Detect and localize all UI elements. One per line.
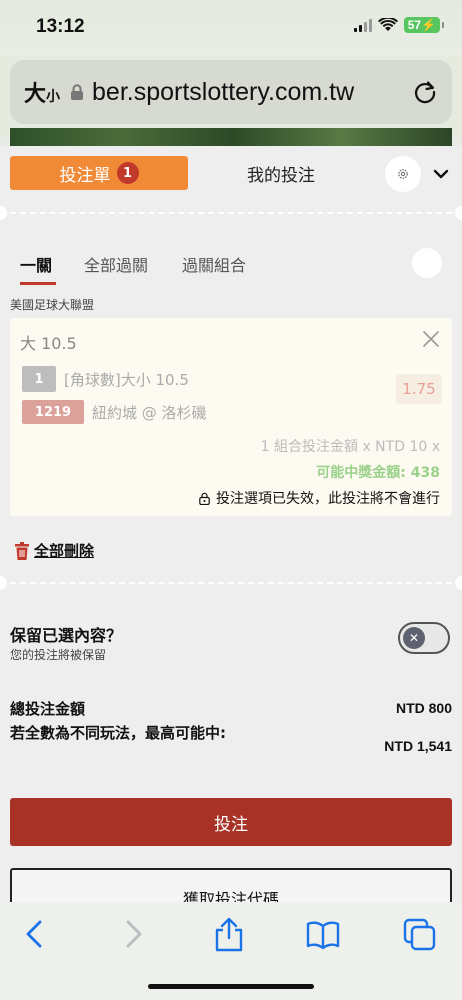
divider [0, 582, 462, 584]
settings-button[interactable] [385, 156, 421, 192]
status-bar: 13:12 57⚡ [0, 0, 462, 56]
market-row: 1 [角球數]大小 10.5 [22, 366, 189, 392]
betslip-tabs: 投注單 1 我的投注 [10, 156, 452, 192]
selection-number: 1 [22, 366, 56, 392]
text-size-button[interactable]: 大小 [24, 76, 60, 108]
bookmarks-icon[interactable] [306, 916, 340, 952]
url-text: ber.sportslottery.com.tw [92, 77, 355, 106]
tab-single[interactable]: 一關 [20, 252, 52, 276]
page-banner-strip [10, 128, 452, 148]
status-time: 13:12 [36, 16, 85, 37]
odds-value: 1.75 [396, 374, 442, 404]
delete-all-label: 全部刪除 [34, 542, 95, 560]
place-bet-button[interactable]: 投注 [10, 798, 452, 846]
selection-card: 大 10.5 1 [角球數]大小 10.5 1.75 1219 紐約城 @ 洛杉… [10, 318, 452, 516]
address-bar[interactable]: 大小 ber.sportslottery.com.tw [10, 60, 452, 124]
tab-betslip[interactable]: 投注單 1 [10, 156, 188, 190]
market-name: [角球數]大小 10.5 [64, 370, 189, 389]
max-payout-value: NTD 1,541 [384, 738, 452, 754]
delete-all-button[interactable]: 全部刪除 [14, 540, 94, 561]
max-payout-label: 若全數為不同玩法，最高可能中: [10, 724, 227, 742]
keep-selection-title: 保留已選內容？ [10, 626, 123, 645]
selection-title: 大 10.5 [20, 334, 77, 353]
battery-indicator: 57⚡ [403, 17, 445, 33]
get-bet-code-button[interactable]: 獲取投注代碼 [10, 868, 452, 902]
divider-notch-left [0, 206, 7, 220]
divider-notch-right [455, 576, 462, 590]
chevron-down-icon[interactable] [430, 163, 452, 185]
forward-icon[interactable] [116, 916, 150, 952]
wifi-icon [377, 18, 398, 31]
signal-icon [353, 18, 372, 32]
league-name: 美國足球大聯盟 [10, 298, 95, 312]
lock-icon [71, 84, 84, 100]
total-stake-value: NTD 800 [395, 700, 452, 716]
betslip-count-badge: 1 [116, 162, 139, 184]
toggle-off-icon: ✕ [403, 627, 425, 649]
match-name: 紐約城 @ 洛杉磯 [92, 403, 207, 422]
stake-line: 1 組合投注金額 x NTD 10 x [260, 439, 440, 455]
tab-my-bets[interactable]: 我的投注 [188, 156, 374, 190]
share-icon[interactable] [212, 916, 246, 952]
divider [0, 212, 462, 214]
match-row: 1219 紐約城 @ 洛杉磯 [22, 400, 207, 424]
active-tab-indicator [20, 282, 56, 285]
keep-selection-subtitle: 您的投注將被保留 [10, 648, 107, 662]
back-icon[interactable] [18, 916, 52, 952]
tab-all-parlay[interactable]: 全部過關 [84, 252, 148, 276]
home-indicator[interactable] [148, 984, 314, 989]
invalid-warning: 投注選項已失效，此投注將不會進行 [199, 488, 440, 508]
status-icons: 57⚡ [353, 17, 445, 33]
trash-icon [15, 541, 29, 560]
bet-type-tabs: 一關 全部過關 過關組合 [20, 248, 442, 285]
keep-selection-toggle[interactable]: ✕ [398, 622, 450, 654]
close-icon[interactable] [422, 330, 440, 348]
payout-line: 可能中獎金額: 438 [316, 465, 440, 481]
gear-icon [398, 169, 408, 179]
divider-notch-left [0, 576, 7, 590]
divider-notch-right [455, 206, 462, 220]
total-stake-label: 總投注金額 [10, 700, 86, 718]
browser-chrome: 大小 ber.sportslottery.com.tw [0, 56, 462, 138]
lock-icon [199, 492, 210, 505]
tab-parlay-combo[interactable]: 過關組合 [182, 252, 246, 276]
game-number: 1219 [22, 400, 84, 424]
reload-icon[interactable] [412, 79, 438, 105]
betslip-panel: 投注單 1 我的投注 一關 全部過關 過關組合 美國足球大聯盟 大 10.5 1 [0, 146, 462, 902]
option-circle[interactable] [412, 248, 442, 278]
tab-betslip-label: 投注單 [59, 165, 111, 186]
tabs-icon[interactable] [402, 916, 436, 952]
